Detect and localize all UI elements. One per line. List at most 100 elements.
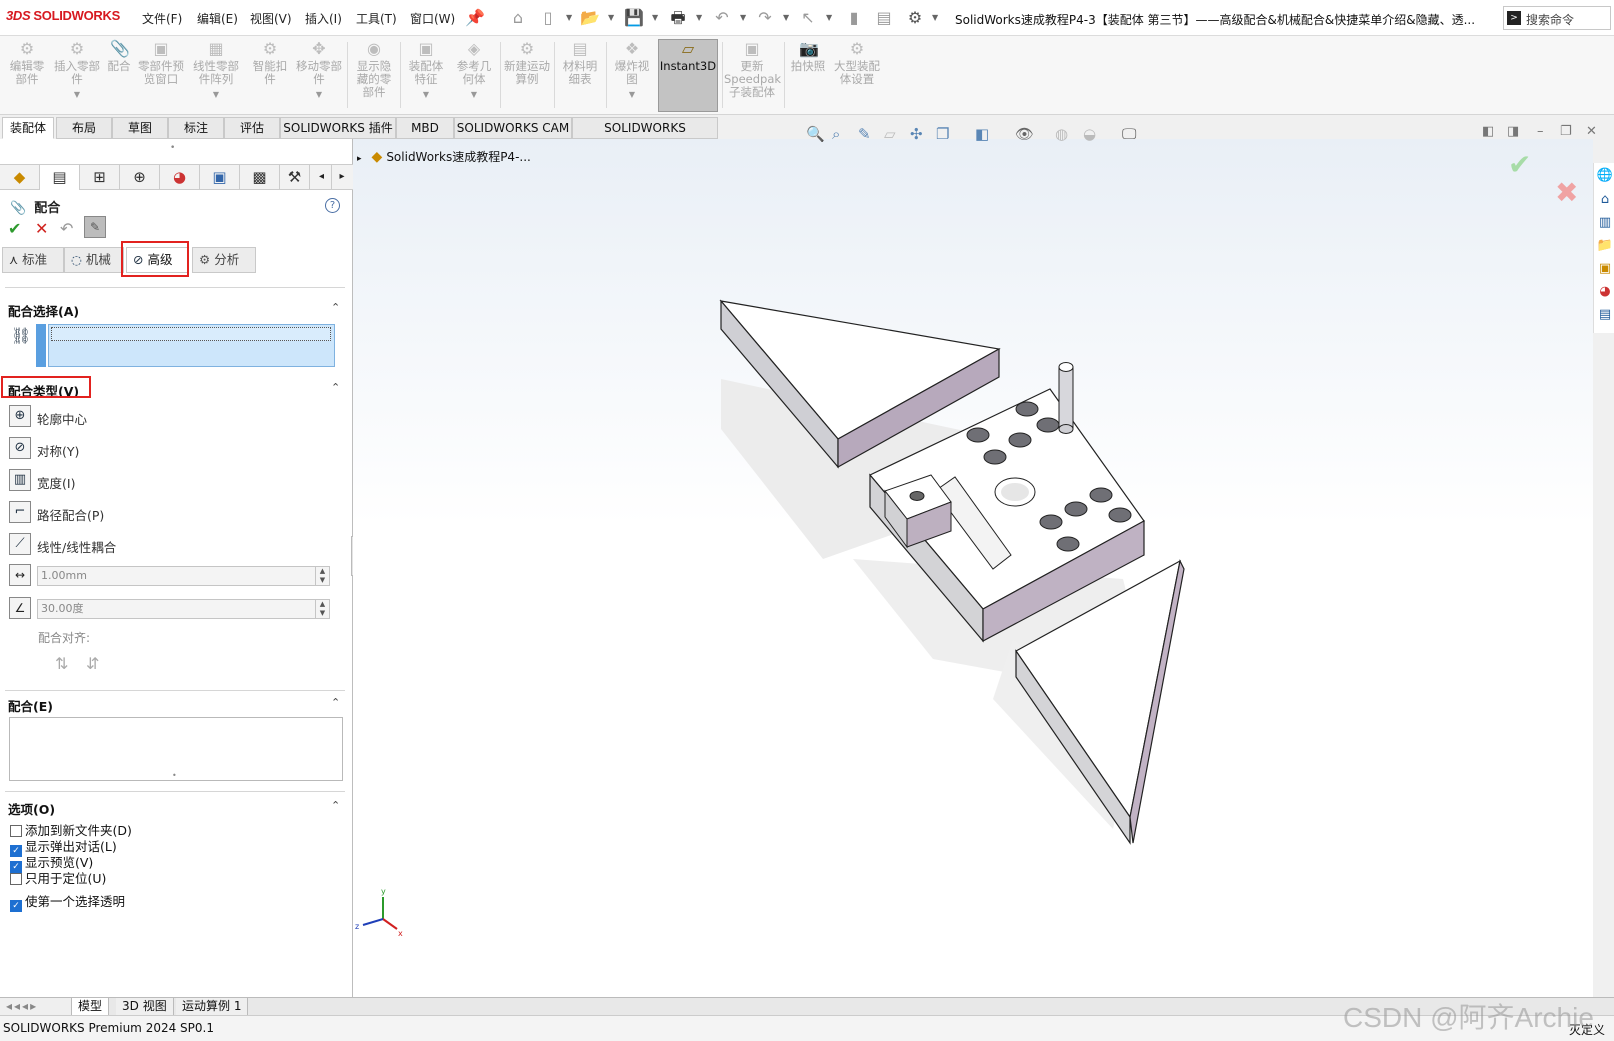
option-positioning-only[interactable]: 只用于定位(U) bbox=[10, 868, 106, 887]
feature-tree-root[interactable]: ▸ ◆ SolidWorks速成教程P4-... bbox=[357, 148, 531, 165]
tile-left-icon[interactable]: ◧ bbox=[1482, 124, 1494, 139]
ok-button[interactable]: ✔ bbox=[8, 219, 21, 238]
display-manager-tab-icon[interactable]: ◕ bbox=[160, 165, 200, 190]
restore-icon[interactable]: ❐ bbox=[1560, 124, 1572, 139]
close-window-icon[interactable]: ✕ bbox=[1586, 124, 1597, 139]
undo-icon[interactable]: ↶ bbox=[60, 219, 73, 238]
appearances-icon[interactable]: ◕ bbox=[1596, 283, 1614, 301]
options-gear-icon[interactable]: ⚙ bbox=[905, 8, 925, 28]
collapse-chevron-icon[interactable]: ⌃ bbox=[331, 799, 340, 812]
home-icon[interactable]: ⌂ bbox=[1596, 191, 1614, 209]
display-style-icon[interactable]: ◧ bbox=[975, 125, 989, 143]
cam-feature-tree-tab-icon[interactable]: ▣ bbox=[200, 165, 240, 190]
edit-component-button[interactable]: ⚙ 编辑零部件 bbox=[5, 40, 49, 86]
view-palette-icon[interactable]: ▣ bbox=[1596, 260, 1614, 278]
tab-standard[interactable]: ⋏ 标准 bbox=[2, 247, 64, 273]
tab-assembly[interactable]: 装配体 bbox=[2, 117, 54, 139]
file-explorer-icon[interactable]: 📁 bbox=[1596, 237, 1614, 255]
reference-geometry-button[interactable]: ◈ 参考几何体 ▼ bbox=[452, 40, 496, 101]
edit-appearance-icon[interactable]: ◍ bbox=[1055, 125, 1068, 143]
dimxpert-tab-icon[interactable]: ⊕ bbox=[120, 165, 160, 190]
zoom-to-area-icon[interactable]: ⌕ bbox=[832, 125, 840, 143]
instant3d-button[interactable]: ▱ Instant3D bbox=[658, 39, 718, 112]
tab-mbd[interactable]: MBD bbox=[396, 117, 454, 139]
menu-insert[interactable]: 插入(I) bbox=[305, 10, 342, 27]
previous-view-icon[interactable]: ✎ bbox=[858, 125, 871, 143]
tab-solidworks-inspection[interactable]: SOLIDWORKS Inspection bbox=[572, 117, 718, 155]
tab-layout[interactable]: 布局 bbox=[56, 117, 112, 139]
new-document-icon[interactable]: ▯ bbox=[538, 8, 558, 28]
update-speedpak-button[interactable]: ▣ 更新Speedpak子装配体 bbox=[724, 40, 781, 99]
solidworks-resources-icon[interactable]: 🌐 bbox=[1596, 167, 1614, 185]
tab-analysis[interactable]: ⚙ 分析 bbox=[192, 247, 256, 273]
zoom-to-fit-icon[interactable]: 🔍 bbox=[806, 125, 825, 143]
linear-component-pattern-button[interactable]: ▦ 线性零部件阵列 ▼ bbox=[188, 40, 244, 101]
move-component-button[interactable]: ✥ 移动零部件 ▼ bbox=[296, 40, 342, 101]
tab-solidworks-cam[interactable]: SOLIDWORKS CAM bbox=[454, 117, 572, 139]
configuration-manager-tab-icon[interactable]: ⊞ bbox=[80, 165, 120, 190]
mate-button[interactable]: 📎 配合 bbox=[104, 40, 134, 73]
undo-icon[interactable]: ↶ bbox=[712, 8, 732, 28]
tab-solidworks-addins[interactable]: SOLIDWORKS 插件 bbox=[280, 117, 396, 139]
pushpin-icon[interactable]: ✎ bbox=[84, 216, 106, 238]
design-library-icon[interactable]: ▥ bbox=[1596, 214, 1614, 232]
view-settings-icon[interactable]: 🖵 bbox=[1122, 125, 1136, 143]
redo-icon[interactable]: ↷ bbox=[755, 8, 775, 28]
help-icon[interactable]: ? bbox=[325, 198, 340, 213]
open-folder-icon[interactable]: 📂 bbox=[580, 8, 600, 28]
solidworks-logo[interactable]: 3DS SOLIDWORKS bbox=[6, 8, 120, 23]
confirm-corner-ok-icon[interactable]: ✔ bbox=[1508, 148, 1531, 181]
confirm-corner-cancel-icon[interactable]: ✖ bbox=[1555, 176, 1578, 209]
hide-show-items-icon[interactable]: 👁 bbox=[1015, 125, 1034, 143]
bill-of-materials-button[interactable]: ▤ 材料明细表 bbox=[558, 40, 602, 86]
large-assembly-settings-button[interactable]: ⚙ 大型装配体设置 bbox=[834, 40, 880, 86]
pin-icon[interactable]: 📌 bbox=[465, 8, 485, 28]
file-properties-icon[interactable]: ▤ bbox=[874, 8, 894, 28]
menu-window[interactable]: 窗口(W) bbox=[410, 10, 455, 27]
show-hidden-components-button[interactable]: ◉ 显示隐藏的零部件 bbox=[352, 40, 396, 99]
tab-mechanical[interactable]: ◌ 机械 bbox=[64, 247, 124, 273]
cam-tool-tree-tab-icon[interactable]: ⚒ bbox=[280, 165, 310, 190]
save-icon[interactable]: 💾 bbox=[624, 8, 644, 28]
tab-3d-views[interactable]: 3D 视图 bbox=[116, 998, 174, 1015]
angle-input[interactable]: 30.00度 ▲ ▼ bbox=[37, 599, 330, 619]
mate-selection-box[interactable] bbox=[48, 324, 335, 367]
distance-icon[interactable]: ↔ bbox=[9, 564, 31, 586]
tile-right-icon[interactable]: ◨ bbox=[1507, 124, 1519, 139]
panel-grip[interactable]: • bbox=[170, 143, 175, 153]
dynamic-annotation-icon[interactable]: ✣ bbox=[910, 125, 923, 143]
collapse-chevron-icon[interactable]: ⌃ bbox=[331, 301, 340, 314]
distance-input[interactable]: 1.00mm ▲ ▼ bbox=[37, 566, 330, 586]
assembly-features-button[interactable]: ▣ 装配体特征 ▼ bbox=[404, 40, 448, 101]
component-preview-window-button[interactable]: ▣ 零部件预览窗口 bbox=[138, 40, 184, 86]
propertymanager-tab-icon[interactable]: ▤ bbox=[40, 165, 80, 190]
tab-model[interactable]: 模型 bbox=[72, 998, 110, 1015]
minimize-icon[interactable]: – bbox=[1537, 124, 1544, 139]
scroll-left-icon[interactable]: ◂ bbox=[312, 165, 332, 190]
menu-tools[interactable]: 工具(T) bbox=[356, 10, 397, 27]
collapse-chevron-icon[interactable]: ⌃ bbox=[331, 696, 340, 709]
option-transparent-first[interactable]: ✓ 使第一个选择透明 bbox=[10, 891, 125, 912]
insert-component-button[interactable]: ⚙ 插入零部件 ▼ bbox=[54, 40, 100, 101]
select-arrow-icon[interactable]: ↖ bbox=[798, 8, 818, 28]
graphics-area[interactable]: y x z bbox=[353, 139, 1593, 997]
menu-view[interactable]: 视图(V) bbox=[250, 10, 292, 27]
featuremanager-tab-icon[interactable]: ◆ bbox=[0, 165, 40, 190]
menu-edit[interactable]: 编辑(E) bbox=[197, 10, 238, 27]
new-motion-study-button[interactable]: ⚙ 新建运动算例 bbox=[504, 40, 550, 86]
section-view-icon[interactable]: ▱ bbox=[884, 125, 896, 143]
tab-markup[interactable]: 标注 bbox=[168, 117, 224, 139]
print-icon[interactable]: 🖶 bbox=[668, 8, 688, 28]
rebuild-icon[interactable]: ▮ bbox=[844, 8, 864, 28]
search-command-box[interactable]: > 搜索命令 bbox=[1503, 6, 1611, 30]
tab-sketch[interactable]: 草图 bbox=[112, 117, 168, 139]
tab-scroll-arrows-icon[interactable]: ◂◂◂▸ bbox=[0, 998, 72, 1015]
collapse-chevron-icon[interactable]: ⌃ bbox=[331, 381, 340, 394]
aligned-icon[interactable]: ⇅ bbox=[55, 654, 68, 673]
angle-icon[interactable]: ∠ bbox=[9, 597, 31, 619]
apply-scene-icon[interactable]: ◒ bbox=[1083, 125, 1096, 143]
smart-fasteners-button[interactable]: ⚙ 智能扣件 bbox=[248, 40, 292, 86]
scroll-right-icon[interactable]: ▸ bbox=[332, 165, 352, 190]
view-orientation-icon[interactable]: ❐ bbox=[936, 125, 949, 143]
assembly-model[interactable]: y x z bbox=[353, 139, 1593, 997]
